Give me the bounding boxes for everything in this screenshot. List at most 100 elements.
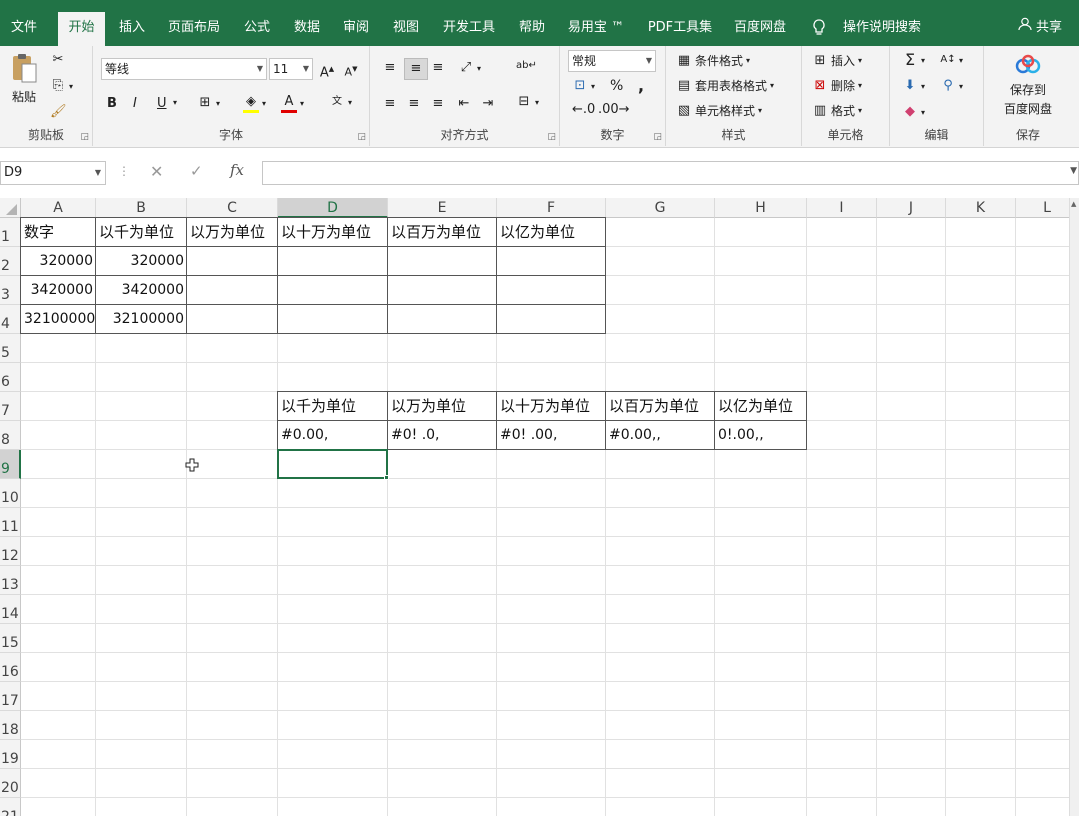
borders-button[interactable]: ⊞ ▾ — [197, 95, 220, 111]
table1-cell[interactable] — [278, 247, 388, 276]
tab-data[interactable]: 数据 — [288, 10, 326, 46]
enter-icon[interactable]: ✓ — [190, 162, 203, 180]
column-header-h[interactable]: H — [715, 198, 807, 218]
align-middle-button[interactable]: ≡ — [404, 58, 428, 80]
delete-button[interactable]: ⊠ 删除 ▾ — [812, 77, 862, 94]
increase-decimal-button[interactable]: ←.0 — [572, 102, 595, 118]
row-header-9[interactable]: 9 — [0, 450, 21, 479]
table2-header-cell[interactable]: 以百万为单位 — [606, 392, 715, 421]
underline-dropdown[interactable]: ▾ — [173, 98, 177, 107]
table1-header-cell[interactable]: 以万为单位 — [187, 218, 278, 247]
column-header-k[interactable]: K — [946, 198, 1016, 218]
tab-formulas[interactable]: 公式 — [238, 10, 276, 46]
column-header-e[interactable]: E — [388, 198, 497, 218]
dialog-launcher-icon[interactable]: ◲ — [653, 132, 662, 142]
tab-view[interactable]: 视图 — [387, 10, 425, 46]
row-header-12[interactable]: 12 — [0, 537, 21, 566]
table1-cell[interactable] — [187, 247, 278, 276]
fill-color-button[interactable]: ◈ ▾ — [243, 94, 266, 113]
tell-me-search[interactable]: 操作说明搜索 — [836, 10, 928, 46]
bold-button[interactable]: B — [107, 96, 117, 111]
phonetic-button[interactable]: 文 ▾ — [329, 94, 352, 110]
column-header-b[interactable]: B — [96, 198, 187, 218]
worksheet-grid[interactable]: ABCDEFGHIJKL 1 2 3 4 5 6 7 8 9 10 11 12 13 14 15 16 17 18… — [0, 198, 1079, 816]
select-all-corner[interactable] — [0, 198, 21, 218]
row-header-8[interactable]: 8 — [0, 421, 21, 450]
table1-cell[interactable]: 320000 — [21, 247, 96, 276]
wrap-text-button[interactable]: ab↵ — [516, 58, 537, 74]
row-header-17[interactable]: 17 — [0, 682, 21, 711]
row-header-4[interactable]: 4 — [0, 305, 21, 334]
row-header-13[interactable]: 13 — [0, 566, 21, 595]
row-header-3[interactable]: 3 — [0, 276, 21, 305]
table2-header-cell[interactable]: 以亿为单位 — [715, 392, 807, 421]
name-box[interactable]: D9 ▼ — [0, 161, 106, 185]
row-header-11[interactable]: 11 — [0, 508, 21, 537]
tab-page-layout[interactable]: 页面布局 — [162, 10, 226, 46]
column-header-a[interactable]: A — [21, 198, 96, 218]
selected-cell[interactable] — [277, 449, 388, 479]
comma-button[interactable]: , — [638, 76, 644, 95]
format-as-table-button[interactable]: ▤ 套用表格格式 ▾ — [676, 77, 774, 94]
table2-header-cell[interactable]: 以千为单位 — [278, 392, 388, 421]
table1-cell[interactable] — [187, 276, 278, 305]
tab-developer[interactable]: 开发工具 — [437, 10, 501, 46]
increase-indent-button[interactable]: ⇥ — [480, 96, 496, 112]
chevron-down-icon[interactable]: ▼ — [1070, 166, 1077, 176]
cut-button[interactable]: ✂ — [50, 52, 66, 68]
column-header-c[interactable]: C — [187, 198, 278, 218]
table2-format-cell[interactable]: #0! .00, — [497, 421, 606, 450]
table1-cell[interactable]: 320000 — [96, 247, 187, 276]
orientation-button[interactable]: ⤢ ▾ — [458, 60, 481, 76]
tab-pdf-tools[interactable]: PDF工具集 — [642, 10, 718, 46]
table1-cell[interactable] — [497, 276, 606, 305]
column-header-i[interactable]: I — [807, 198, 877, 218]
row-header-16[interactable]: 16 — [0, 653, 21, 682]
font-color-button[interactable]: A ▾ — [281, 94, 304, 113]
font-size-select[interactable]: 11 ▼ — [269, 58, 313, 80]
tab-review[interactable]: 审阅 — [337, 10, 375, 46]
accounting-format-button[interactable]: ⊡ ▾ — [572, 78, 595, 94]
merge-center-button[interactable]: ⊟ ▾ — [516, 94, 539, 110]
table1-header-cell[interactable]: 以亿为单位 — [497, 218, 606, 247]
table1-header-cell[interactable]: 以百万为单位 — [388, 218, 497, 247]
insert-button[interactable]: ⊞ 插入 ▾ — [812, 52, 862, 69]
row-header-5[interactable]: 5 — [0, 334, 21, 363]
align-right-button[interactable]: ≡ — [430, 96, 446, 112]
row-header-10[interactable]: 10 — [0, 479, 21, 508]
format-painter-button[interactable]: 🖌 — [50, 104, 67, 120]
table2-format-cell[interactable]: #0.00, — [278, 421, 388, 450]
row-header-7[interactable]: 7 — [0, 392, 21, 421]
increase-font-button[interactable]: A▲ — [319, 61, 335, 81]
table1-cell[interactable] — [388, 305, 497, 334]
dialog-launcher-icon[interactable]: ◲ — [547, 132, 556, 142]
find-select-button[interactable]: ⚲ ▾ — [940, 78, 963, 94]
row-header-2[interactable]: 2 — [0, 247, 21, 276]
function-icon[interactable]: fx — [230, 161, 244, 179]
table1-cell[interactable]: 3420000 — [96, 276, 187, 305]
underline-button[interactable]: U — [157, 96, 167, 111]
paste-button[interactable]: 粘贴 — [6, 52, 42, 105]
column-header-d[interactable]: D — [278, 198, 388, 218]
column-header-j[interactable]: J — [877, 198, 946, 218]
tab-file[interactable]: 文件 — [4, 10, 44, 46]
row-header-15[interactable]: 15 — [0, 624, 21, 653]
row-header-20[interactable]: 20 — [0, 769, 21, 798]
table1-cell[interactable]: 32100000 — [96, 305, 187, 334]
save-to-baidu-button[interactable]: 保存到 百度网盘 — [990, 54, 1066, 117]
fill-button[interactable]: ⬇ ▾ — [902, 78, 925, 94]
formula-input[interactable] — [262, 161, 1079, 185]
percent-button[interactable]: % — [610, 78, 623, 94]
row-header-14[interactable]: 14 — [0, 595, 21, 624]
table1-cell[interactable] — [388, 276, 497, 305]
table2-format-cell[interactable]: 0!.00,, — [715, 421, 807, 450]
share-button[interactable]: 共享 — [1014, 10, 1072, 46]
lightbulb-icon[interactable] — [808, 10, 828, 46]
align-left-button[interactable]: ≡ — [382, 96, 398, 112]
table1-header-cell[interactable]: 以十万为单位 — [278, 218, 388, 247]
fill-handle[interactable] — [384, 475, 389, 480]
number-format-select[interactable]: 常规 ▼ — [568, 50, 656, 72]
vertical-scrollbar[interactable]: ▲ — [1069, 198, 1079, 816]
autosum-button[interactable]: Σ ▾ — [902, 52, 925, 68]
table1-cell[interactable]: 3420000 — [21, 276, 96, 305]
